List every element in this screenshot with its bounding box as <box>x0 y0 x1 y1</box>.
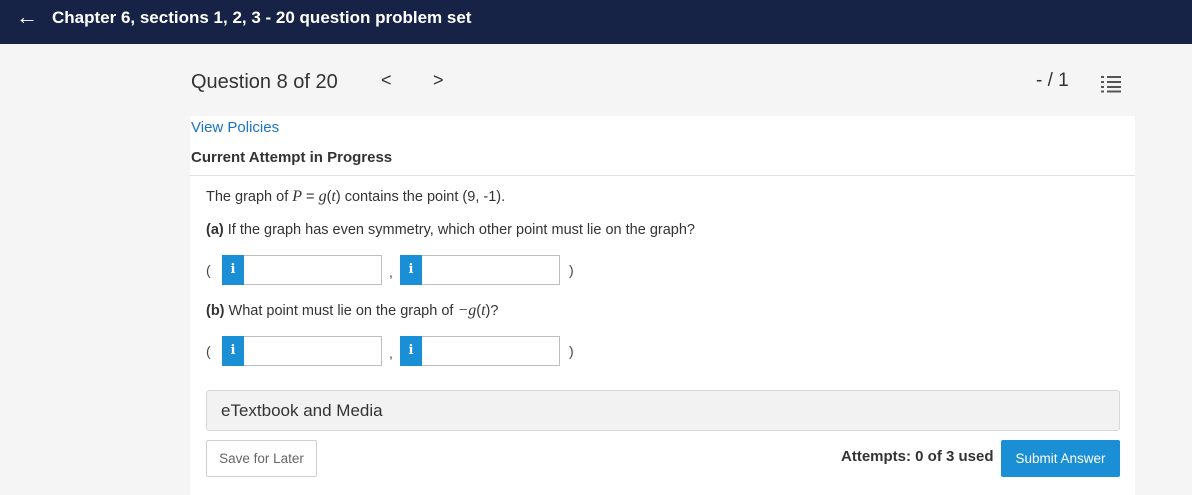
part-a-x-input[interactable] <box>244 255 382 285</box>
attempt-status: Current Attempt in Progress <box>191 149 393 166</box>
point-comma: , <box>389 345 393 361</box>
next-question-button[interactable]: > <box>433 70 444 91</box>
point-open-paren: ( <box>206 262 211 278</box>
point-comma: , <box>389 264 393 280</box>
attempts-counter: Attempts: 0 of 3 used <box>841 448 994 465</box>
question-counter: Question 8 of 20 <box>191 71 338 93</box>
part-b-y-input[interactable] <box>422 336 560 366</box>
question-score: - / 1 <box>1036 70 1069 91</box>
divider <box>190 175 1135 176</box>
part-b-prompt: (b) What point must lie on the graph of … <box>206 302 499 319</box>
top-bar: ← Chapter 6, sections 1, 2, 3 - 20 quest… <box>0 0 1192 44</box>
question-list-icon[interactable] <box>1101 75 1121 93</box>
previous-question-button[interactable]: < <box>381 70 392 91</box>
point-close-paren: ) <box>569 262 574 278</box>
arrow-left-icon[interactable]: ← <box>16 5 38 29</box>
etextbook-media-panel[interactable]: eTextbook and Media <box>206 390 1120 431</box>
point-open-paren: ( <box>206 343 211 359</box>
info-icon[interactable]: i <box>400 255 422 285</box>
view-policies-link[interactable]: View Policies <box>191 119 279 136</box>
info-icon[interactable]: i <box>222 336 244 366</box>
info-icon[interactable]: i <box>222 255 244 285</box>
question-navigation: Question 8 of 20 < > - / 1 <box>0 44 1192 116</box>
question-card: View Policies Current Attempt in Progres… <box>190 116 1135 495</box>
submit-answer-button[interactable]: Submit Answer <box>1001 440 1120 477</box>
part-b-x-input[interactable] <box>244 336 382 366</box>
save-for-later-button[interactable]: Save for Later <box>206 440 317 477</box>
part-a-prompt: (a) If the graph has even symmetry, whic… <box>206 222 695 238</box>
assignment-title: Chapter 6, sections 1, 2, 3 - 20 questio… <box>52 8 472 27</box>
question-intro: The graph of P = g(t) contains the point… <box>206 188 506 205</box>
part-a-y-input[interactable] <box>422 255 560 285</box>
point-close-paren: ) <box>569 343 574 359</box>
info-icon[interactable]: i <box>400 336 422 366</box>
